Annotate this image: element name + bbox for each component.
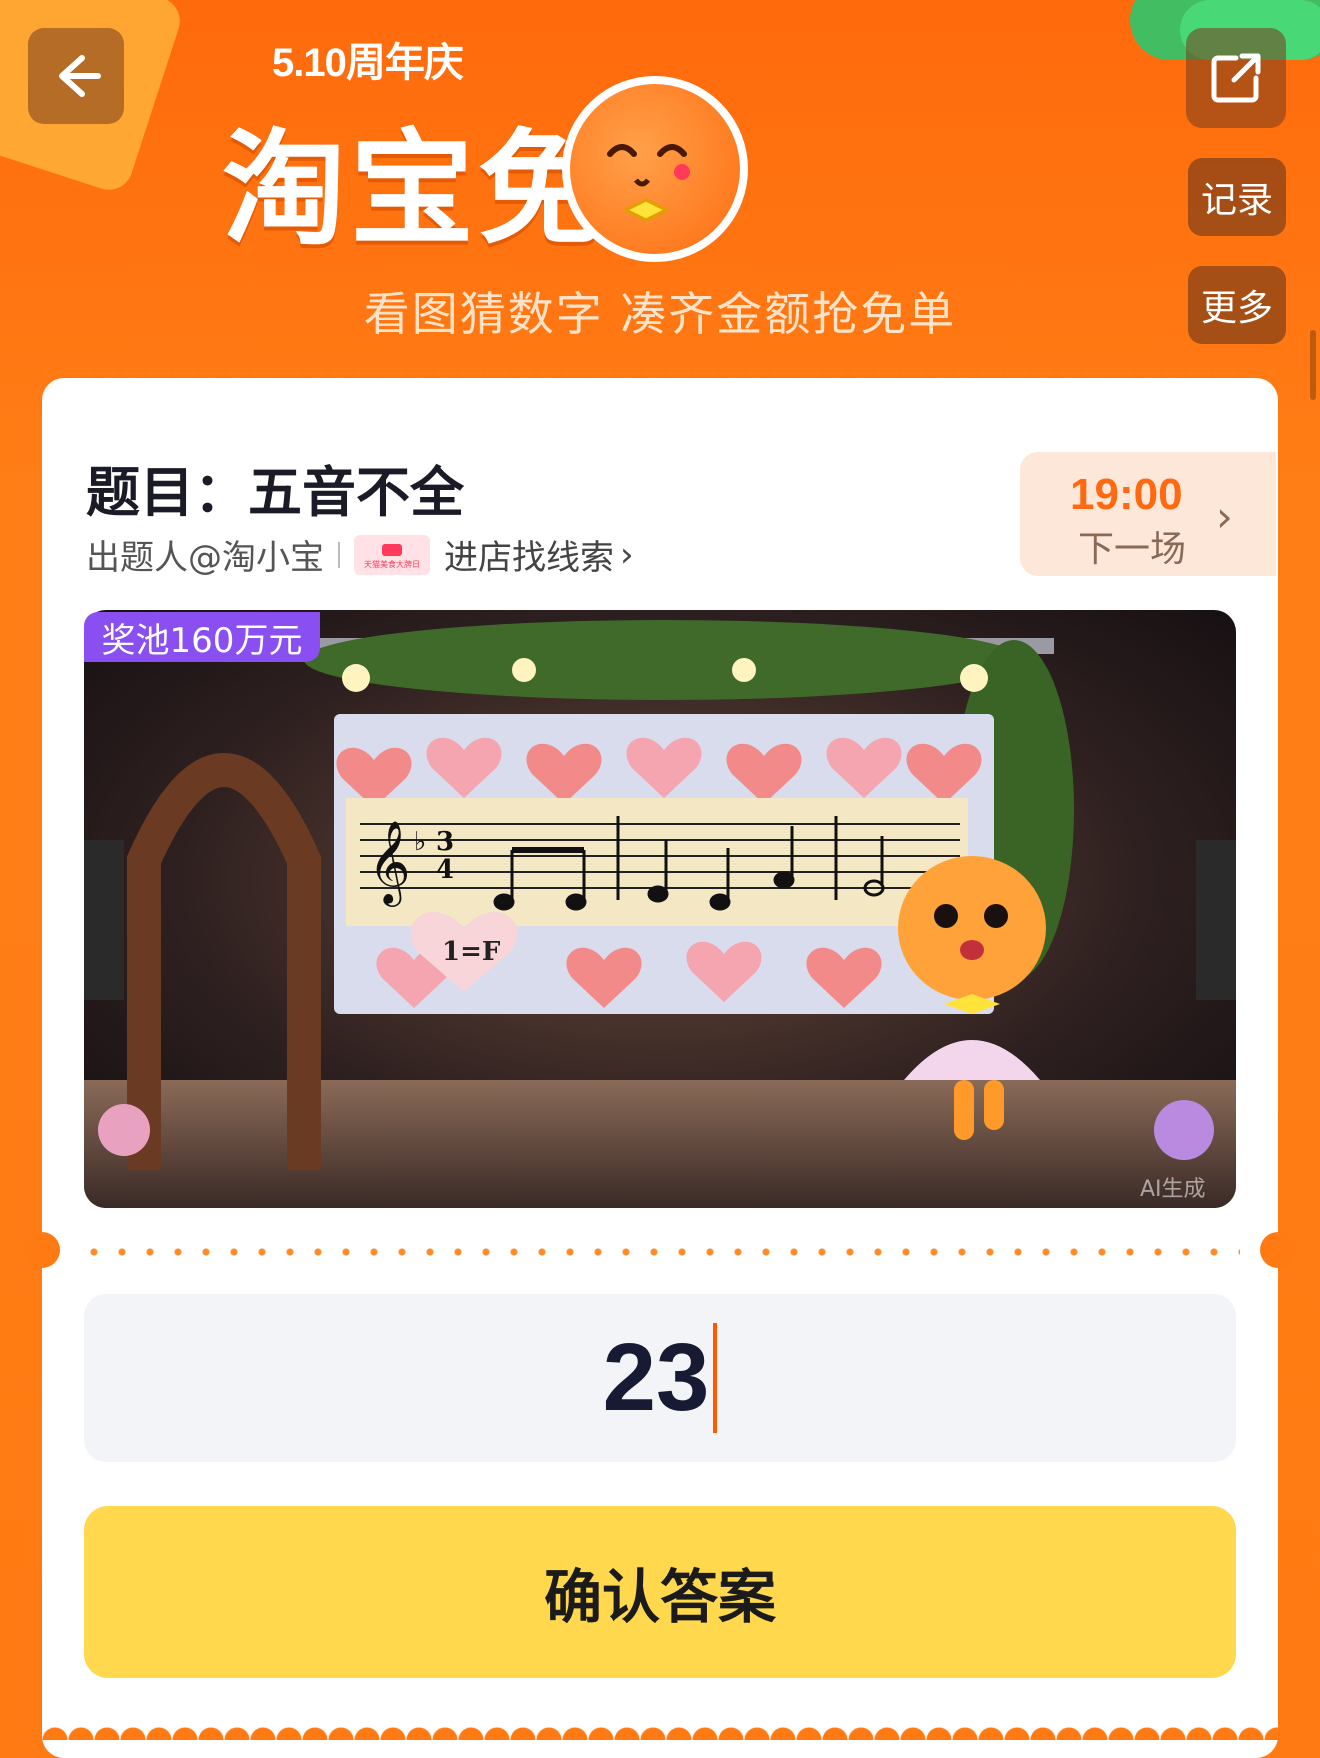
svg-text:3: 3: [436, 827, 454, 857]
store-link[interactable]: 进店找线索: [444, 530, 614, 579]
next-session-label: 下一场: [1078, 529, 1187, 570]
anniversary-label: 5.10周年庆: [272, 41, 464, 85]
treble-clef-icon: 𝄞: [368, 819, 411, 907]
ticket-notch: [1260, 1232, 1296, 1268]
share-button[interactable]: [1186, 28, 1286, 128]
puzzle-image[interactable]: 𝄞 ♭ 3 4 1=F AI生成: [84, 610, 1236, 1208]
confirm-answer-button[interactable]: 确认答案: [84, 1506, 1236, 1678]
answer-value: 23: [602, 1324, 710, 1431]
perforation-divider: [80, 1248, 1240, 1256]
author-name: 出题人@淘小宝: [86, 538, 324, 578]
svg-text:♭: ♭: [414, 827, 426, 857]
author-row: 出题人@淘小宝 天猫美食大牌日 进店找线索 ›: [86, 530, 634, 579]
key-signature: 1=F: [442, 937, 501, 967]
records-button[interactable]: 记录: [1188, 158, 1286, 236]
mascot-face: [607, 144, 690, 222]
store-logo-icon: 天猫美食大牌日: [364, 543, 420, 569]
next-session-time: 19:00: [1070, 470, 1183, 519]
card-bottom-edge: [42, 1714, 1278, 1740]
answer-input[interactable]: 23: [84, 1294, 1236, 1462]
share-icon: [1211, 53, 1261, 103]
slogan: 看图猜数字 凑齐金额抢免单: [363, 287, 957, 341]
ai-generated-label: AI生成: [1140, 1177, 1206, 1202]
question-title: 题目：五音不全: [86, 461, 464, 524]
stage-scene: 𝄞 ♭ 3 4 1=F AI生成: [84, 610, 1236, 1208]
mascot-icon: [562, 76, 748, 262]
chevron-right-icon: ›: [620, 534, 634, 575]
svg-text:天猫美食大牌日: 天猫美食大牌日: [364, 559, 420, 569]
svg-text:4: 4: [436, 855, 454, 885]
chevron-right-icon: ›: [1216, 492, 1233, 541]
prize-pool-badge: 奖池160万元: [84, 612, 320, 662]
store-badge[interactable]: 天猫美食大牌日: [354, 534, 430, 575]
scrollbar[interactable]: [1310, 330, 1316, 400]
divider: [338, 541, 340, 568]
ticket-notch: [24, 1232, 60, 1268]
back-arrow-icon: [59, 55, 101, 97]
back-button[interactable]: [28, 28, 124, 124]
text-caret: [713, 1323, 718, 1433]
